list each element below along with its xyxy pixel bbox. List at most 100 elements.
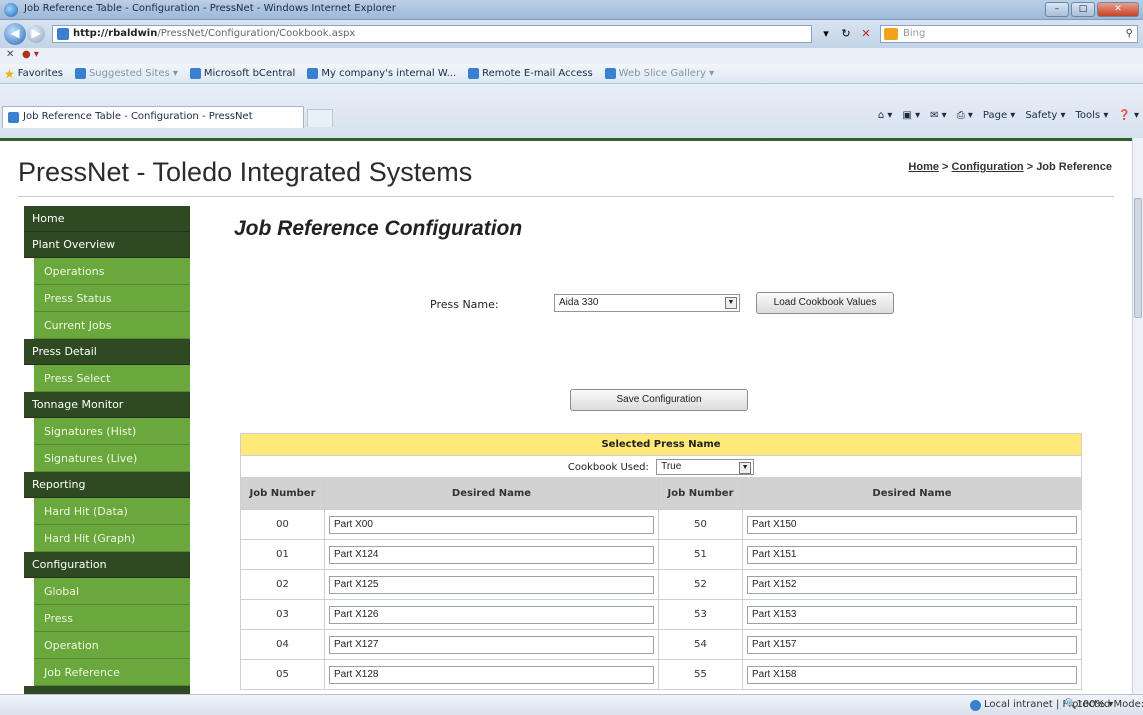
favorite-item[interactable]: Web Slice Gallery ▾ xyxy=(604,68,715,79)
search-input[interactable]: Bing ⚲ xyxy=(880,25,1138,43)
cmd-tools[interactable]: Tools ▾ xyxy=(1076,110,1109,121)
print-icon[interactable]: ⎙ ▾ xyxy=(957,110,973,121)
desired-name-input[interactable]: Part X152 xyxy=(747,575,1077,594)
vertical-scrollbar[interactable] xyxy=(1132,138,1143,694)
tab-title: Job Reference Table - Configuration - Pr… xyxy=(23,111,253,122)
favorite-label: My company's internal W... xyxy=(321,68,457,79)
desired-name-input[interactable]: Part X153 xyxy=(747,605,1077,624)
feeds-icon[interactable]: ▣ ▾ xyxy=(902,110,920,121)
chevron-down-icon[interactable]: ▼ xyxy=(725,297,737,309)
breadcrumb-sep: > xyxy=(938,161,952,173)
dropdown-icon[interactable]: ▾ xyxy=(818,26,834,42)
browser-tab[interactable]: Job Reference Table - Configuration - Pr… xyxy=(2,106,304,128)
load-cookbook-button[interactable]: Load Cookbook Values xyxy=(756,292,894,314)
desired-name-cell: Part X00 xyxy=(324,509,659,540)
minimize-button[interactable]: – xyxy=(1045,2,1069,17)
favorite-label: Favorites xyxy=(17,68,63,79)
sidebar-header[interactable]: Home xyxy=(24,206,190,232)
sidebar-header[interactable]: Configuration xyxy=(24,552,190,578)
sidebar-item[interactable]: Signatures (Hist) xyxy=(34,418,190,445)
desired-name-cell: Part X128 xyxy=(324,659,659,690)
close-toolbar-icon[interactable]: ✕ xyxy=(6,49,14,60)
intranet-icon xyxy=(970,700,981,711)
desired-name-input[interactable]: Part X125 xyxy=(329,575,654,594)
sidebar-item[interactable]: Hard Hit (Graph) xyxy=(34,525,190,552)
breadcrumb-home[interactable]: Home xyxy=(908,161,939,173)
sidebar-item[interactable]: Signatures (Live) xyxy=(34,445,190,472)
favorite-item[interactable]: Microsoft bCentral xyxy=(189,68,295,79)
sidebar-header[interactable]: Press Detail xyxy=(24,339,190,365)
cmd-safety[interactable]: Safety ▾ xyxy=(1025,110,1065,121)
sidebar-item[interactable]: Global xyxy=(34,578,190,605)
job-number-cell: 54 xyxy=(658,629,743,660)
sidebar-item[interactable]: Operation xyxy=(34,632,190,659)
new-tab-button[interactable] xyxy=(307,109,333,127)
favorite-item[interactable]: My company's internal W... xyxy=(307,68,456,79)
desired-name-input[interactable]: Part X158 xyxy=(747,665,1077,684)
zoom-level[interactable]: 🔍100% ▾ xyxy=(1064,699,1113,710)
star-icon: ★ xyxy=(4,66,15,81)
breadcrumb-sep: > xyxy=(1023,161,1037,173)
save-configuration-button[interactable]: Save Configuration xyxy=(570,389,748,411)
press-name-value: Aida 330 xyxy=(559,297,599,308)
url-path: /PressNet/Configuration/Cookbook.aspx xyxy=(157,28,356,39)
sidebar-item[interactable]: Hard Hit (Data) xyxy=(34,498,190,525)
sidebar-header[interactable]: Tonnage Monitor xyxy=(24,392,190,418)
help-icon[interactable]: ❓ ▾ xyxy=(1118,110,1139,121)
mail-icon[interactable]: ✉ ▾ xyxy=(930,110,947,121)
favorite-item[interactable]: ★ Favorites xyxy=(4,67,63,81)
breadcrumb-configuration[interactable]: Configuration xyxy=(952,161,1024,173)
sidebar-item[interactable]: Press Select xyxy=(34,365,190,392)
cmd-page[interactable]: Page ▾ xyxy=(983,110,1015,121)
desired-name-input[interactable]: Part X150 xyxy=(747,515,1077,534)
sidebar-item[interactable]: Press xyxy=(34,605,190,632)
toolbar-row: ✕ ● ▾ xyxy=(0,48,1143,64)
zoom-value: 100% xyxy=(1076,699,1106,710)
address-bar[interactable]: http://rbaldwin/PressNet/Configuration/C… xyxy=(52,25,812,43)
cookbook-used-select[interactable]: True ▼ xyxy=(656,458,755,475)
maximize-button[interactable]: □ xyxy=(1071,2,1095,17)
desired-name-input[interactable]: Part X126 xyxy=(329,605,654,624)
favorite-item[interactable]: Suggested Sites ▾ xyxy=(74,68,178,79)
press-name-label: Press Name: xyxy=(430,298,499,311)
sidebar-item[interactable]: Current Jobs xyxy=(34,312,190,339)
site-title: PressNet - Toledo Integrated Systems xyxy=(18,157,473,187)
desired-name-input[interactable]: Part X124 xyxy=(329,545,654,564)
sidebar-header[interactable]: Reporting xyxy=(24,472,190,498)
sidebar-item[interactable]: Operations xyxy=(34,258,190,285)
chevron-down-icon[interactable]: ▼ xyxy=(739,461,752,474)
desired-name-input[interactable]: Part X00 xyxy=(329,515,654,534)
job-number-cell: 04 xyxy=(240,629,325,660)
desired-name-cell: Part X152 xyxy=(742,569,1082,600)
home-icon[interactable]: ⌂ ▾ xyxy=(878,110,893,121)
ie-page-icon xyxy=(74,68,86,79)
sidebar-header[interactable]: Plant Overview xyxy=(24,232,190,258)
sidebar-header[interactable]: Log xyxy=(24,686,190,694)
scrollbar-thumb[interactable] xyxy=(1134,198,1142,318)
favorite-item[interactable]: Remote E-mail Access xyxy=(468,68,593,79)
addon-icon[interactable]: ● ▾ xyxy=(22,49,39,60)
search-icon[interactable]: ⚲ xyxy=(1126,26,1133,42)
favorites-bar: ★ Favorites Suggested Sites ▾ Microsoft bCe… xyxy=(0,64,1143,84)
job-number-cell: 51 xyxy=(658,539,743,570)
sidebar-item[interactable]: Press Status xyxy=(34,285,190,312)
press-name-select[interactable]: Aida 330 ▼ xyxy=(554,294,740,312)
address-row: ◀ ▶ http://rbaldwin/PressNet/Configurati… xyxy=(0,20,1143,48)
favorite-label: Web Slice Gallery ▾ xyxy=(618,68,715,79)
desired-name-cell: Part X153 xyxy=(742,599,1082,630)
stop-icon[interactable]: ✕ xyxy=(858,26,874,42)
window-title: Job Reference Table - Configuration - Pr… xyxy=(24,3,396,14)
ie-page-icon xyxy=(604,68,616,79)
sidebar-item[interactable]: Job Reference xyxy=(34,659,190,686)
close-window-button[interactable]: ✕ xyxy=(1097,2,1139,17)
forward-arrow-icon[interactable]: ▶ xyxy=(27,25,45,43)
table-row: 02 Part X125 52 Part X152 xyxy=(240,569,1082,600)
desired-name-input[interactable]: Part X157 xyxy=(747,635,1077,654)
back-arrow-icon[interactable]: ◀ xyxy=(4,23,26,45)
col-job-number: Job Number xyxy=(240,477,325,510)
desired-name-input[interactable]: Part X127 xyxy=(329,635,654,654)
title-divider xyxy=(18,196,1114,197)
desired-name-input[interactable]: Part X151 xyxy=(747,545,1077,564)
desired-name-input[interactable]: Part X128 xyxy=(329,665,654,684)
refresh-icon[interactable]: ↻ xyxy=(838,26,854,42)
